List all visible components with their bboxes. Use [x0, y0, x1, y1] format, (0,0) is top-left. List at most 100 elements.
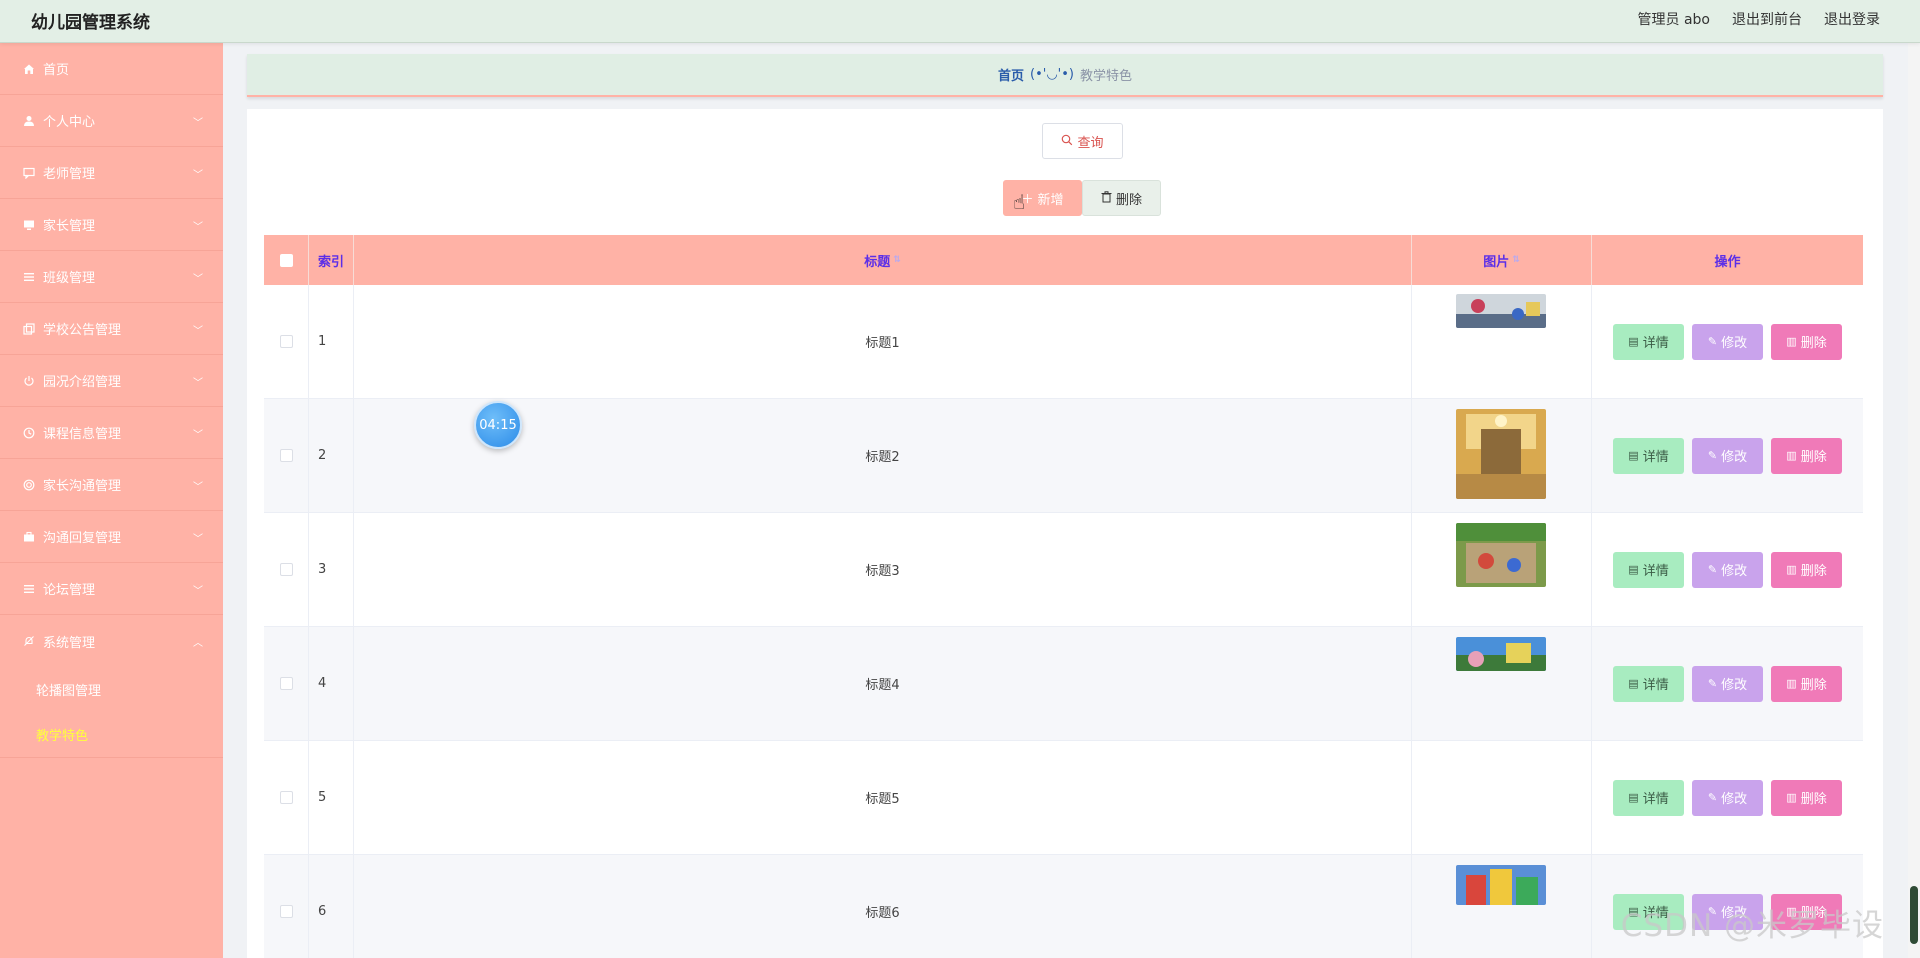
edit-label: 修改: [1721, 792, 1748, 807]
document-icon: ▤: [1628, 791, 1639, 804]
delete-button[interactable]: ▥ 删除: [1771, 665, 1842, 702]
sidebar-item-classes[interactable]: 班级管理 ﹀: [0, 251, 223, 303]
delete-button[interactable]: ▥ 删除: [1771, 551, 1842, 588]
row-checkbox[interactable]: [279, 449, 293, 462]
edit-label: 修改: [1721, 564, 1748, 579]
detail-button[interactable]: ▤ 详情: [1613, 437, 1684, 474]
query-button[interactable]: 查询: [1042, 123, 1123, 159]
sidebar-item-home[interactable]: 首页: [0, 43, 223, 95]
table-row: 3 标题3 ▤ 详情 ✎ 修改 ▥ 删除: [264, 513, 1863, 627]
header-title-label: 标题: [864, 254, 891, 270]
sidebar-item-intro[interactable]: 园况介绍管理 ﹀: [0, 355, 223, 407]
detail-label: 详情: [1642, 678, 1669, 693]
header-title[interactable]: 标题 ⇅: [354, 235, 1412, 285]
thumbnail-image[interactable]: [1456, 409, 1546, 499]
trash-icon: ▥: [1786, 563, 1797, 576]
document-icon: ▤: [1628, 449, 1639, 462]
document-icon: ▤: [1628, 677, 1639, 690]
breadcrumb: 首页 (•'◡'•) 教学特色: [247, 54, 1883, 97]
sidebar-item-profile[interactable]: 个人中心 ﹀: [0, 95, 223, 147]
table-row: 5 标题5 ▤ 详情 ✎ 修改 ▥ 删除: [264, 741, 1863, 855]
pencil-icon: ✎: [1707, 677, 1718, 690]
home-icon: [22, 62, 36, 76]
sidebar-item-system[interactable]: 系统管理 ︿: [0, 615, 223, 667]
thumbnail-image[interactable]: [1456, 637, 1546, 671]
logout-link[interactable]: 退出登录: [1824, 9, 1880, 29]
row-checkbox[interactable]: [279, 335, 293, 348]
sidebar-item-carousel[interactable]: 轮播图管理: [0, 667, 223, 712]
chevron-down-icon: ﹀: [193, 326, 203, 337]
table-row: 1 标题1 ▤ 详情 ✎ 修改 ▥ 删除: [264, 285, 1863, 399]
timer-badge[interactable]: 04:15: [474, 401, 522, 449]
sidebar-item-courses[interactable]: 课程信息管理 ﹀: [0, 407, 223, 459]
top-bar: 幼儿园管理系统 管理员 abo 退出到前台 退出登录: [0, 0, 1920, 43]
sidebar-item-communication[interactable]: 家长沟通管理 ﹀: [0, 459, 223, 511]
sidebar-item-label: 沟通回复管理: [43, 531, 122, 546]
edit-button[interactable]: ✎ 修改: [1692, 437, 1763, 474]
edit-button[interactable]: ✎ 修改: [1692, 323, 1763, 360]
detail-button[interactable]: ▤ 详情: [1613, 665, 1684, 702]
edit-button[interactable]: ✎ 修改: [1692, 665, 1763, 702]
row-index: 5: [309, 741, 354, 854]
sidebar-item-notices[interactable]: 学校公告管理 ﹀: [0, 303, 223, 355]
table-row: 4 标题4 ▤ 详情 ✎ 修改 ▥ 删除: [264, 627, 1863, 741]
row-index: 1: [309, 285, 354, 398]
delete-button[interactable]: ▥ 删除: [1771, 437, 1842, 474]
thumbnail-image[interactable]: [1456, 865, 1546, 905]
row-title: 标题6: [354, 855, 1412, 958]
detail-label: 详情: [1642, 792, 1669, 807]
scrollbar-thumb[interactable]: [1910, 886, 1918, 944]
header-image[interactable]: 图片 ⇅: [1412, 235, 1592, 285]
sort-icon[interactable]: ⇅: [893, 255, 901, 265]
batch-delete-button[interactable]: 删除: [1082, 180, 1161, 216]
briefcase-icon: [22, 530, 36, 544]
chevron-down-icon: ﹀: [193, 274, 203, 285]
header-image-label: 图片: [1483, 254, 1510, 270]
chevron-down-icon: ﹀: [193, 222, 203, 233]
row-checkbox[interactable]: [279, 905, 293, 918]
sidebar-item-teachers[interactable]: 老师管理 ﹀: [0, 147, 223, 199]
pencil-icon: ✎: [1707, 563, 1718, 576]
select-all-checkbox[interactable]: [279, 253, 293, 267]
edit-button[interactable]: ✎ 修改: [1692, 779, 1763, 816]
data-table: 索引 标题 ⇅ 图片 ⇅ 操作 1 标题1 ▤ 详情 ✎ 修改 ▥ 删除 2 标题2: [264, 235, 1863, 958]
thumbnail-image[interactable]: [1456, 294, 1546, 328]
detail-button[interactable]: ▤ 详情: [1613, 779, 1684, 816]
sidebar-item-label: 家长沟通管理: [43, 479, 122, 494]
row-checkbox[interactable]: [279, 563, 293, 576]
breadcrumb-home[interactable]: 首页: [998, 65, 1024, 84]
sidebar-item-forum[interactable]: 论坛管理 ﹀: [0, 563, 223, 615]
table-header: 索引 标题 ⇅ 图片 ⇅ 操作: [264, 235, 1863, 285]
list-icon: [22, 270, 36, 284]
delete-button[interactable]: ▥ 删除: [1771, 779, 1842, 816]
trash-icon: ▥: [1786, 449, 1797, 462]
delete-button[interactable]: ▥ 删除: [1771, 323, 1842, 360]
detail-button[interactable]: ▤ 详情: [1613, 551, 1684, 588]
chevron-down-icon: ﹀: [193, 118, 203, 129]
header-actions: 操作: [1714, 254, 1741, 270]
sidebar: 首页 个人中心 ﹀ 老师管理 ﹀ 家长管理 ﹀ 班级管理 ﹀ 学校公告管理 ﹀ …: [0, 43, 223, 958]
thumbnail-image[interactable]: [1456, 523, 1546, 587]
sidebar-item-teaching-features[interactable]: 教学特色: [0, 712, 223, 757]
front-link[interactable]: 退出到前台: [1732, 9, 1802, 29]
app-title: 幼儿园管理系统: [31, 13, 150, 33]
delete-label: 删除: [1115, 192, 1142, 208]
document-icon: ▤: [1628, 563, 1639, 576]
top-links: 管理员 abo 退出到前台 退出登录: [1638, 9, 1880, 29]
row-checkbox[interactable]: [279, 791, 293, 804]
row-checkbox[interactable]: [279, 677, 293, 690]
edit-label: 修改: [1721, 336, 1748, 351]
sort-icon[interactable]: ⇅: [1512, 255, 1520, 265]
edit-label: 修改: [1721, 678, 1748, 693]
sidebar-item-parents[interactable]: 家长管理 ﹀: [0, 199, 223, 251]
copy-icon: [22, 322, 36, 336]
scrollbar[interactable]: ▼: [1908, 43, 1920, 958]
header-index: 索引: [309, 235, 354, 285]
detail-button[interactable]: ▤ 详情: [1613, 323, 1684, 360]
edit-button[interactable]: ✎ 修改: [1692, 551, 1763, 588]
sidebar-item-label: 老师管理: [43, 167, 96, 182]
row-title: 标题1: [354, 285, 1412, 398]
sidebar-item-replies[interactable]: 沟通回复管理 ﹀: [0, 511, 223, 563]
ring-icon: [22, 478, 36, 492]
row-index: 6: [309, 855, 354, 958]
